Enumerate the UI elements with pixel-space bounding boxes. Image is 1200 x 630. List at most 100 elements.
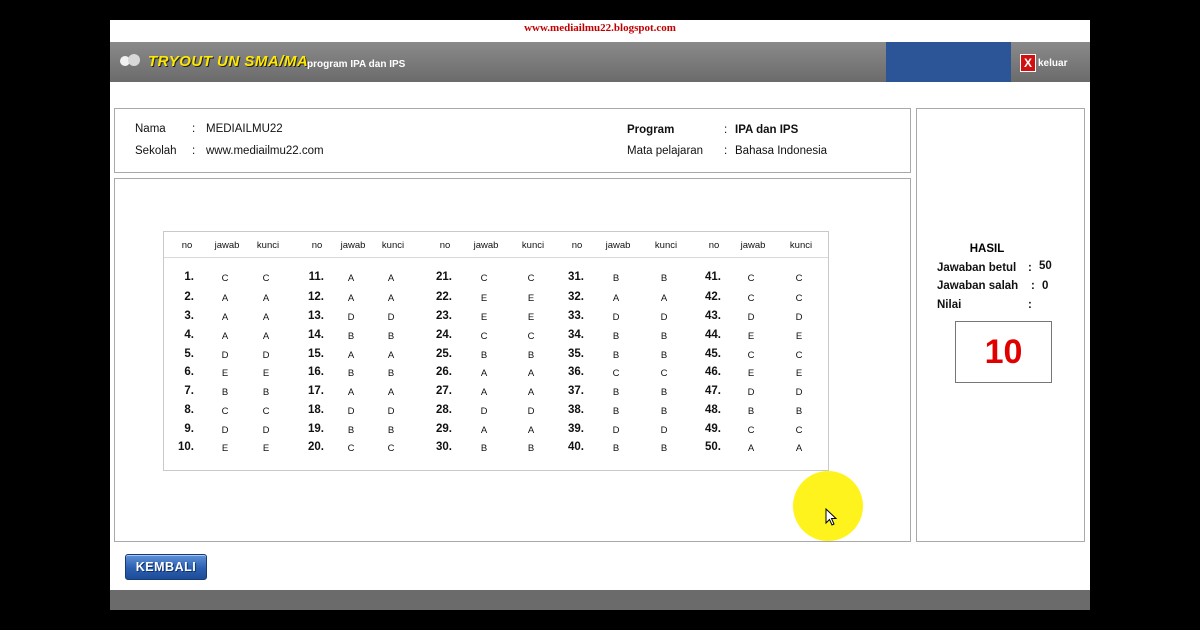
row-number: 23. — [436, 310, 452, 322]
answer-jawab: C — [747, 273, 755, 284]
header-no: no — [708, 240, 720, 251]
answer-jawab: A — [347, 350, 355, 361]
answer-kunci: E — [262, 443, 270, 454]
header-no: no — [181, 240, 193, 251]
answer-kunci: B — [795, 406, 803, 417]
answer-kunci: B — [262, 387, 270, 398]
answer-jawab: C — [612, 368, 620, 379]
row-number: 19. — [308, 423, 324, 435]
answer-jawab: B — [347, 368, 355, 379]
row-number: 26. — [436, 366, 452, 378]
row-number: 31. — [568, 271, 584, 283]
answer-jawab: B — [221, 387, 229, 398]
header-no: no — [571, 240, 583, 251]
answer-kunci: D — [527, 406, 535, 417]
row-number: 18. — [308, 404, 324, 416]
answer-kunci: B — [660, 331, 668, 342]
header-no: no — [439, 240, 451, 251]
answer-kunci: D — [795, 387, 803, 398]
row-number: 36. — [568, 366, 584, 378]
row-number: 47. — [705, 385, 721, 397]
answer-jawab: D — [612, 425, 620, 436]
mapel-label: Mata pelajaran — [627, 145, 704, 157]
answer-jawab: B — [612, 387, 620, 398]
answer-kunci: B — [660, 406, 668, 417]
back-button-label: KEMBALI — [135, 560, 197, 574]
answer-kunci: B — [527, 443, 535, 454]
answer-table: no jawab kunci no jawab kunci no jawab kunci no ja… — [163, 231, 829, 471]
answer-jawab: E — [221, 368, 229, 379]
row-number: 39. — [568, 423, 584, 435]
answer-jawab: C — [480, 273, 488, 284]
answer-kunci: A — [387, 273, 395, 284]
mapel-value: Bahasa Indonesia — [735, 145, 828, 157]
header-jawab: jawab — [740, 240, 766, 251]
student-info-panel: Nama : MEDIAILMU22 Sekolah : www.mediail… — [114, 108, 911, 173]
header-no: no — [311, 240, 323, 251]
row-number: 6. — [184, 366, 194, 378]
header-kunci: kunci — [789, 240, 813, 251]
answer-jawab: E — [747, 331, 755, 342]
row-number: 7. — [184, 385, 194, 397]
header-kunci: kunci — [256, 240, 280, 251]
answer-kunci: A — [527, 425, 535, 436]
back-button[interactable]: KEMBALI — [125, 554, 207, 580]
app-subtitle: program IPA dan IPS — [307, 59, 406, 70]
header-bar: TRYOUT UN SMA/MA program IPA dan IPS X k… — [110, 42, 1090, 82]
answer-kunci: B — [527, 350, 535, 361]
answer-jawab: B — [612, 273, 620, 284]
row-number: 50. — [705, 441, 721, 453]
table-header: no jawab kunci no jawab kunci no jawab kunci no ja… — [164, 232, 828, 258]
sekolah-value: www.mediailmu22.com — [206, 145, 324, 157]
header-kunci: kunci — [381, 240, 405, 251]
answer-kunci: A — [795, 443, 803, 454]
answer-kunci: D — [660, 425, 668, 436]
answer-jawab: B — [612, 350, 620, 361]
nama-separator: : — [192, 123, 196, 135]
row-number: 32. — [568, 291, 584, 303]
answer-jawab: D — [221, 425, 229, 436]
nama-value: MEDIAILMU22 — [206, 123, 283, 135]
answer-kunci: A — [660, 293, 668, 304]
answer-jawab: A — [480, 425, 488, 436]
answer-jawab: A — [221, 312, 229, 323]
header-kunci: kunci — [521, 240, 545, 251]
answer-jawab: B — [747, 406, 755, 417]
row-number: 14. — [308, 329, 324, 341]
answer-kunci: B — [660, 350, 668, 361]
nilai-separator: : — [1028, 299, 1032, 311]
row-number: 9. — [184, 423, 194, 435]
row-number: 20. — [308, 441, 324, 453]
answer-kunci: A — [262, 331, 270, 342]
answer-jawab: A — [221, 331, 229, 342]
answer-jawab: B — [612, 331, 620, 342]
header-kunci: kunci — [654, 240, 678, 251]
answer-kunci: B — [387, 331, 395, 342]
answer-kunci: C — [387, 443, 395, 454]
result-panel: HASIL Jawaban betul : 50 Jawaban salah :… — [916, 108, 1085, 542]
answer-jawab: B — [612, 443, 620, 454]
answer-kunci: A — [387, 387, 395, 398]
sekolah-label: Sekolah — [135, 145, 177, 157]
answer-jawab: A — [347, 293, 355, 304]
exit-button[interactable]: X keluar — [1020, 54, 1067, 72]
row-number: 41. — [705, 271, 721, 283]
answer-kunci: E — [527, 293, 535, 304]
row-number: 16. — [308, 366, 324, 378]
answer-kunci: C — [660, 368, 668, 379]
mapel-separator: : — [724, 145, 728, 157]
score-value: 10 — [984, 333, 1023, 371]
row-number: 35. — [568, 348, 584, 360]
header-accent-block — [886, 42, 1011, 82]
answer-jawab: B — [480, 443, 488, 454]
logo-icon — [120, 54, 142, 68]
site-url-watermark: www.mediailmu22.blogspot.com — [524, 22, 676, 34]
row-number: 8. — [184, 404, 194, 416]
row-number: 48. — [705, 404, 721, 416]
row-number: 29. — [436, 423, 452, 435]
nilai-label: Nilai — [937, 299, 962, 311]
answer-jawab: D — [347, 406, 355, 417]
row-number: 21. — [436, 271, 452, 283]
salah-label: Jawaban salah — [937, 280, 1019, 292]
row-number: 24. — [436, 329, 452, 341]
